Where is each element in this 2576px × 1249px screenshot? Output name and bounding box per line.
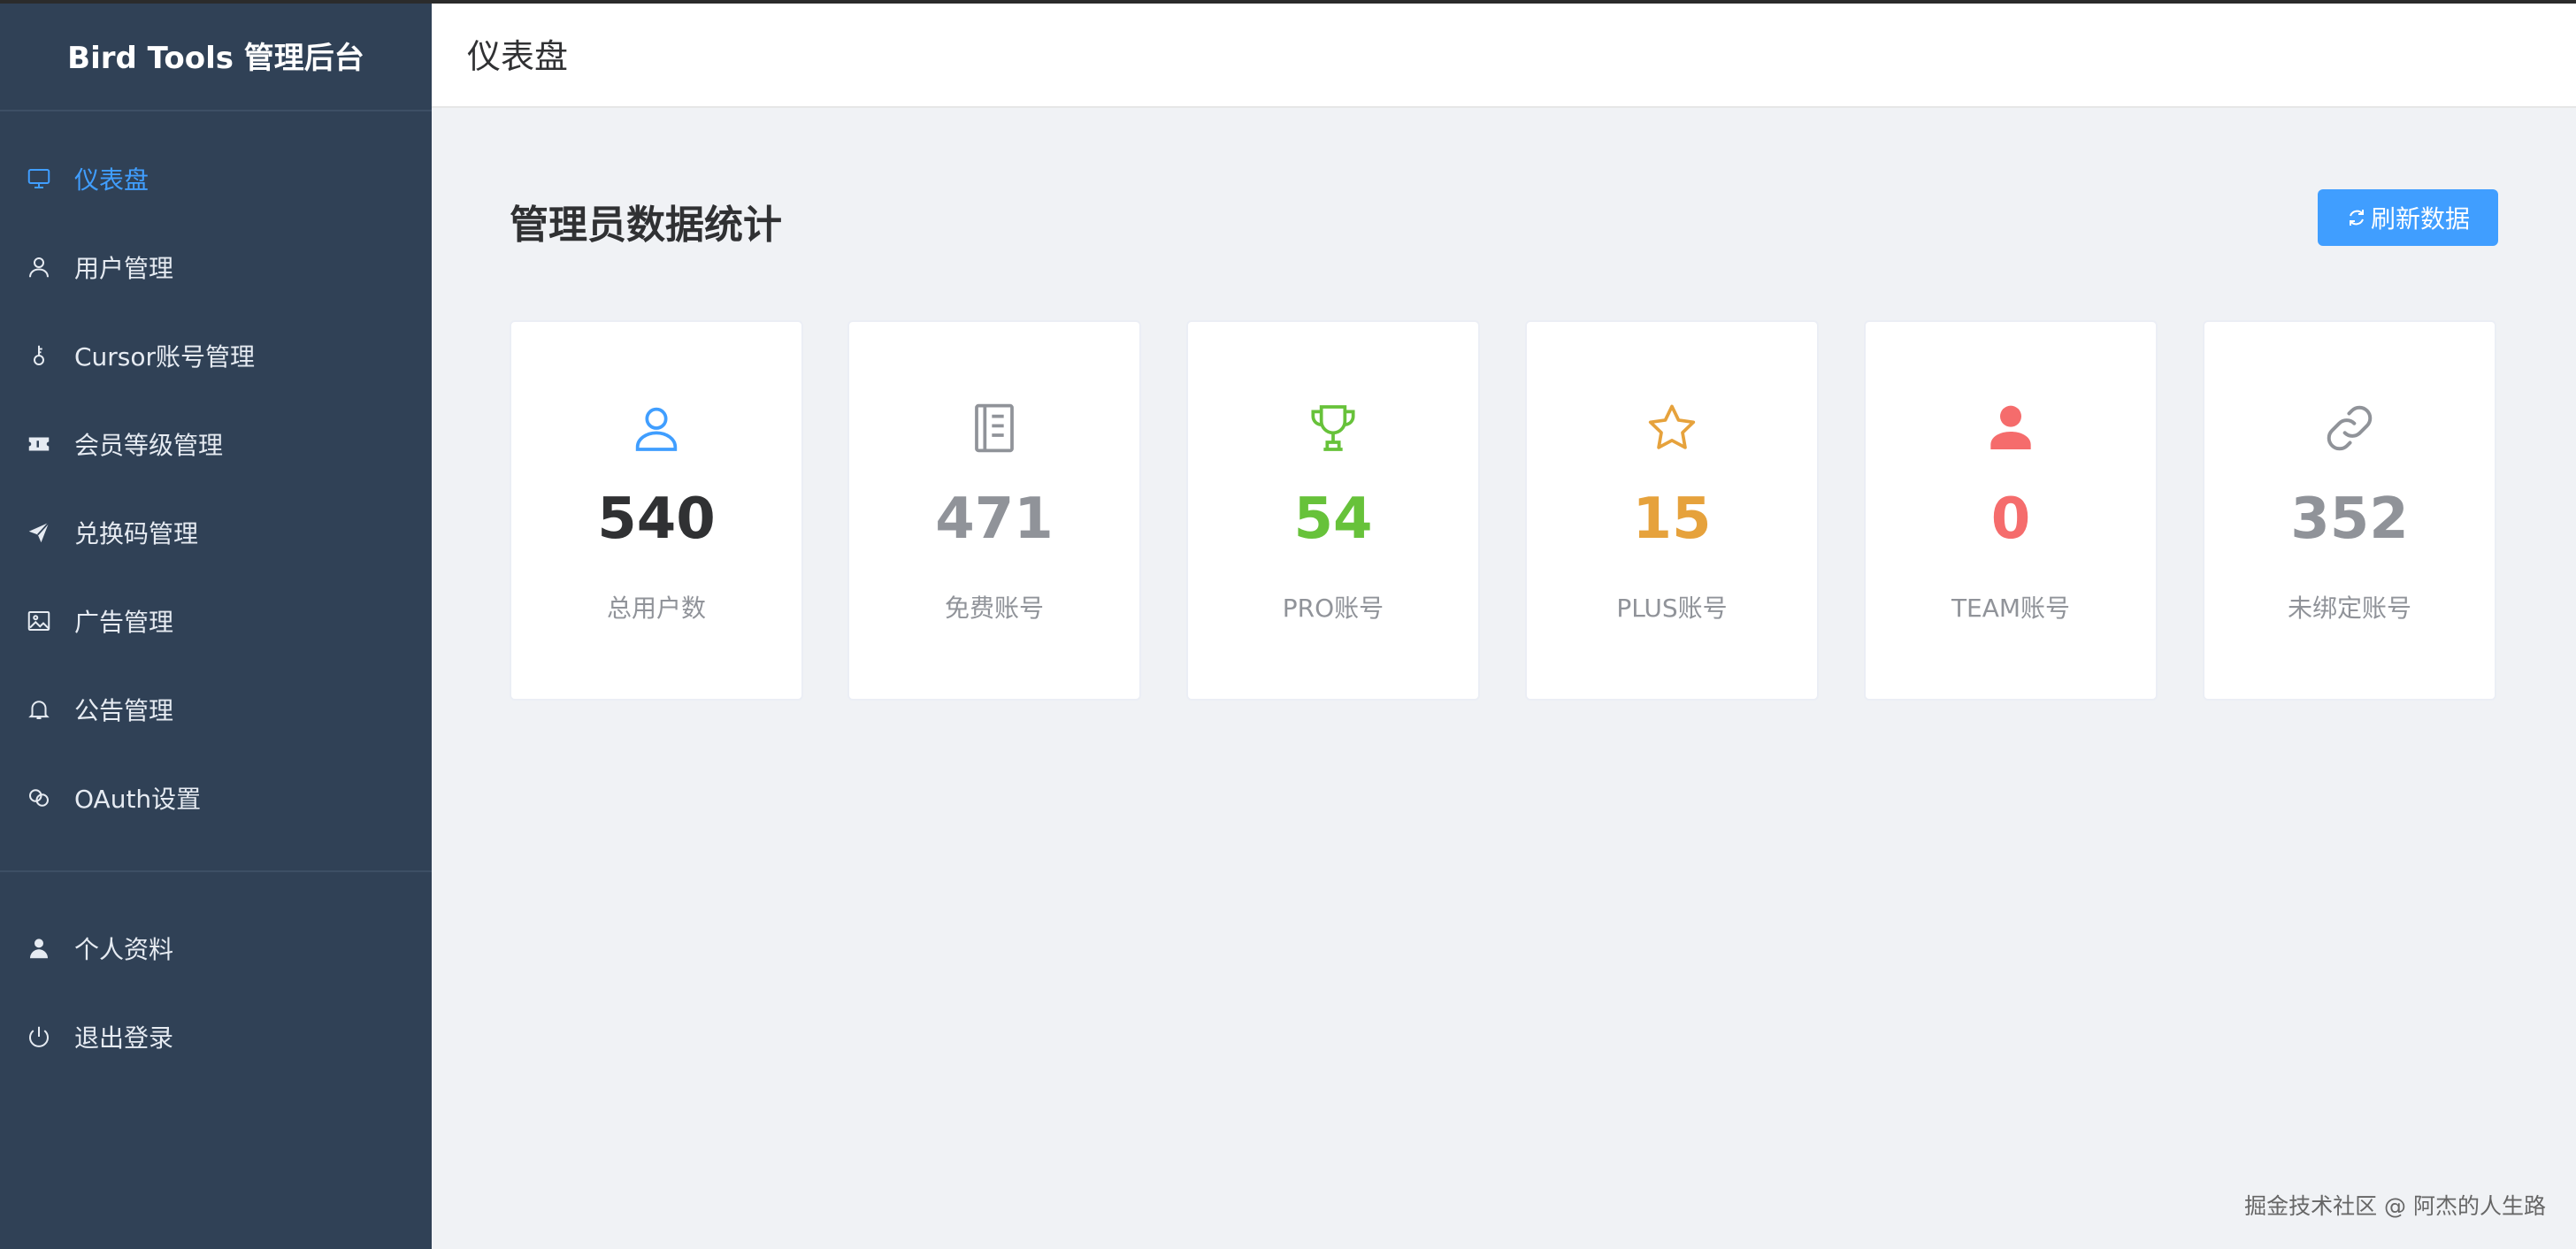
monitor-icon <box>25 165 53 193</box>
stat-card-pro-accounts: 54 PRO账号 <box>1186 320 1480 701</box>
top-header: 仪表盘 <box>432 0 2576 108</box>
stat-card-unbound-accounts: 352 未绑定账号 <box>2203 320 2496 701</box>
sidebar-item-label: 广告管理 <box>74 608 174 637</box>
refresh-data-label: 刷新数据 <box>2370 204 2470 234</box>
refresh-icon <box>2346 207 2367 228</box>
stat-card-free-accounts: 471 免费账号 <box>847 320 1141 701</box>
stat-value: 15 <box>1632 487 1712 552</box>
sidebar-item-label: 会员等级管理 <box>74 431 224 460</box>
watermark: 掘金技术社区 @ 阿杰的人生路 <box>2244 1193 2546 1219</box>
sidebar-item-oauth-settings[interactable]: OAuth设置 <box>0 754 432 842</box>
user-solid-icon <box>25 934 53 962</box>
sidebar-menu: 仪表盘 用户管理 Cursor账号管理 会员等级管理 兑换码管理 广告管理 公告… <box>0 134 432 842</box>
sidebar-item-label: Cursor账号管理 <box>74 342 256 372</box>
sidebar-item-profile[interactable]: 个人资料 <box>0 904 432 992</box>
stat-card-team-accounts: 0 TEAM账号 <box>1864 320 2158 701</box>
power-icon <box>25 1023 53 1051</box>
page-title: 仪表盘 <box>467 36 569 76</box>
image-icon <box>25 607 53 635</box>
sidebar-item-label: 个人资料 <box>74 935 174 964</box>
sidebar-divider <box>0 870 432 872</box>
refresh-data-button[interactable]: 刷新数据 <box>2318 189 2498 246</box>
sidebar: Bird Tools 管理后台 仪表盘 用户管理 Cursor账号管理 会员等级… <box>0 0 432 1249</box>
sidebar-item-redeem-codes[interactable]: 兑换码管理 <box>0 488 432 577</box>
stat-value: 352 <box>2290 487 2409 552</box>
sidebar-item-dashboard[interactable]: 仪表盘 <box>0 134 432 223</box>
brand-title: Bird Tools 管理后台 <box>0 0 432 111</box>
link-icon <box>2204 400 2495 462</box>
link-circles-icon <box>25 784 53 812</box>
key-icon <box>25 341 53 370</box>
bell-icon <box>25 695 53 724</box>
user-icon <box>25 253 53 281</box>
sidebar-item-announcements[interactable]: 公告管理 <box>0 665 432 754</box>
sidebar-item-label: OAuth设置 <box>74 785 202 814</box>
user-solid-icon <box>1866 400 2156 462</box>
sidebar-item-label: 兑换码管理 <box>74 519 199 548</box>
star-icon <box>1527 400 1817 462</box>
stat-label: 未绑定账号 <box>2287 594 2411 623</box>
sidebar-item-logout[interactable]: 退出登录 <box>0 992 432 1081</box>
ticket-icon <box>25 430 53 458</box>
stat-label: TEAM账号 <box>1951 594 2071 623</box>
window-top-border <box>0 0 2576 4</box>
main-content: 管理员数据统计 刷新数据 540 总用户数 471 免费账号 54 PRO账号 … <box>432 108 2576 1249</box>
user-outline-icon <box>511 400 801 462</box>
section-title: 管理员数据统计 <box>510 203 782 248</box>
stat-label: PLUS账号 <box>1616 594 1728 623</box>
stat-value: 471 <box>935 487 1054 552</box>
sidebar-item-label: 用户管理 <box>74 254 174 283</box>
stat-label: 免费账号 <box>944 594 1044 623</box>
sidebar-item-label: 退出登录 <box>74 1023 174 1053</box>
stat-value: 54 <box>1293 487 1373 552</box>
sidebar-item-label: 公告管理 <box>74 696 174 725</box>
stat-label: PRO账号 <box>1282 594 1384 623</box>
stat-value: 540 <box>597 487 716 552</box>
notebook-icon <box>849 400 1139 462</box>
stat-card-total-users: 540 总用户数 <box>510 320 803 701</box>
sidebar-item-ads[interactable]: 广告管理 <box>0 577 432 665</box>
sidebar-bottom-menu: 个人资料 退出登录 <box>0 904 432 1081</box>
sidebar-item-membership-levels[interactable]: 会员等级管理 <box>0 400 432 488</box>
stat-label: 总用户数 <box>606 594 706 623</box>
sidebar-item-users[interactable]: 用户管理 <box>0 223 432 311</box>
send-icon <box>25 518 53 547</box>
stat-card-plus-accounts: 15 PLUS账号 <box>1525 320 1819 701</box>
sidebar-item-cursor-accounts[interactable]: Cursor账号管理 <box>0 311 432 400</box>
trophy-icon <box>1188 400 1478 462</box>
sidebar-item-label: 仪表盘 <box>74 165 150 195</box>
stat-value: 0 <box>1990 487 2031 552</box>
